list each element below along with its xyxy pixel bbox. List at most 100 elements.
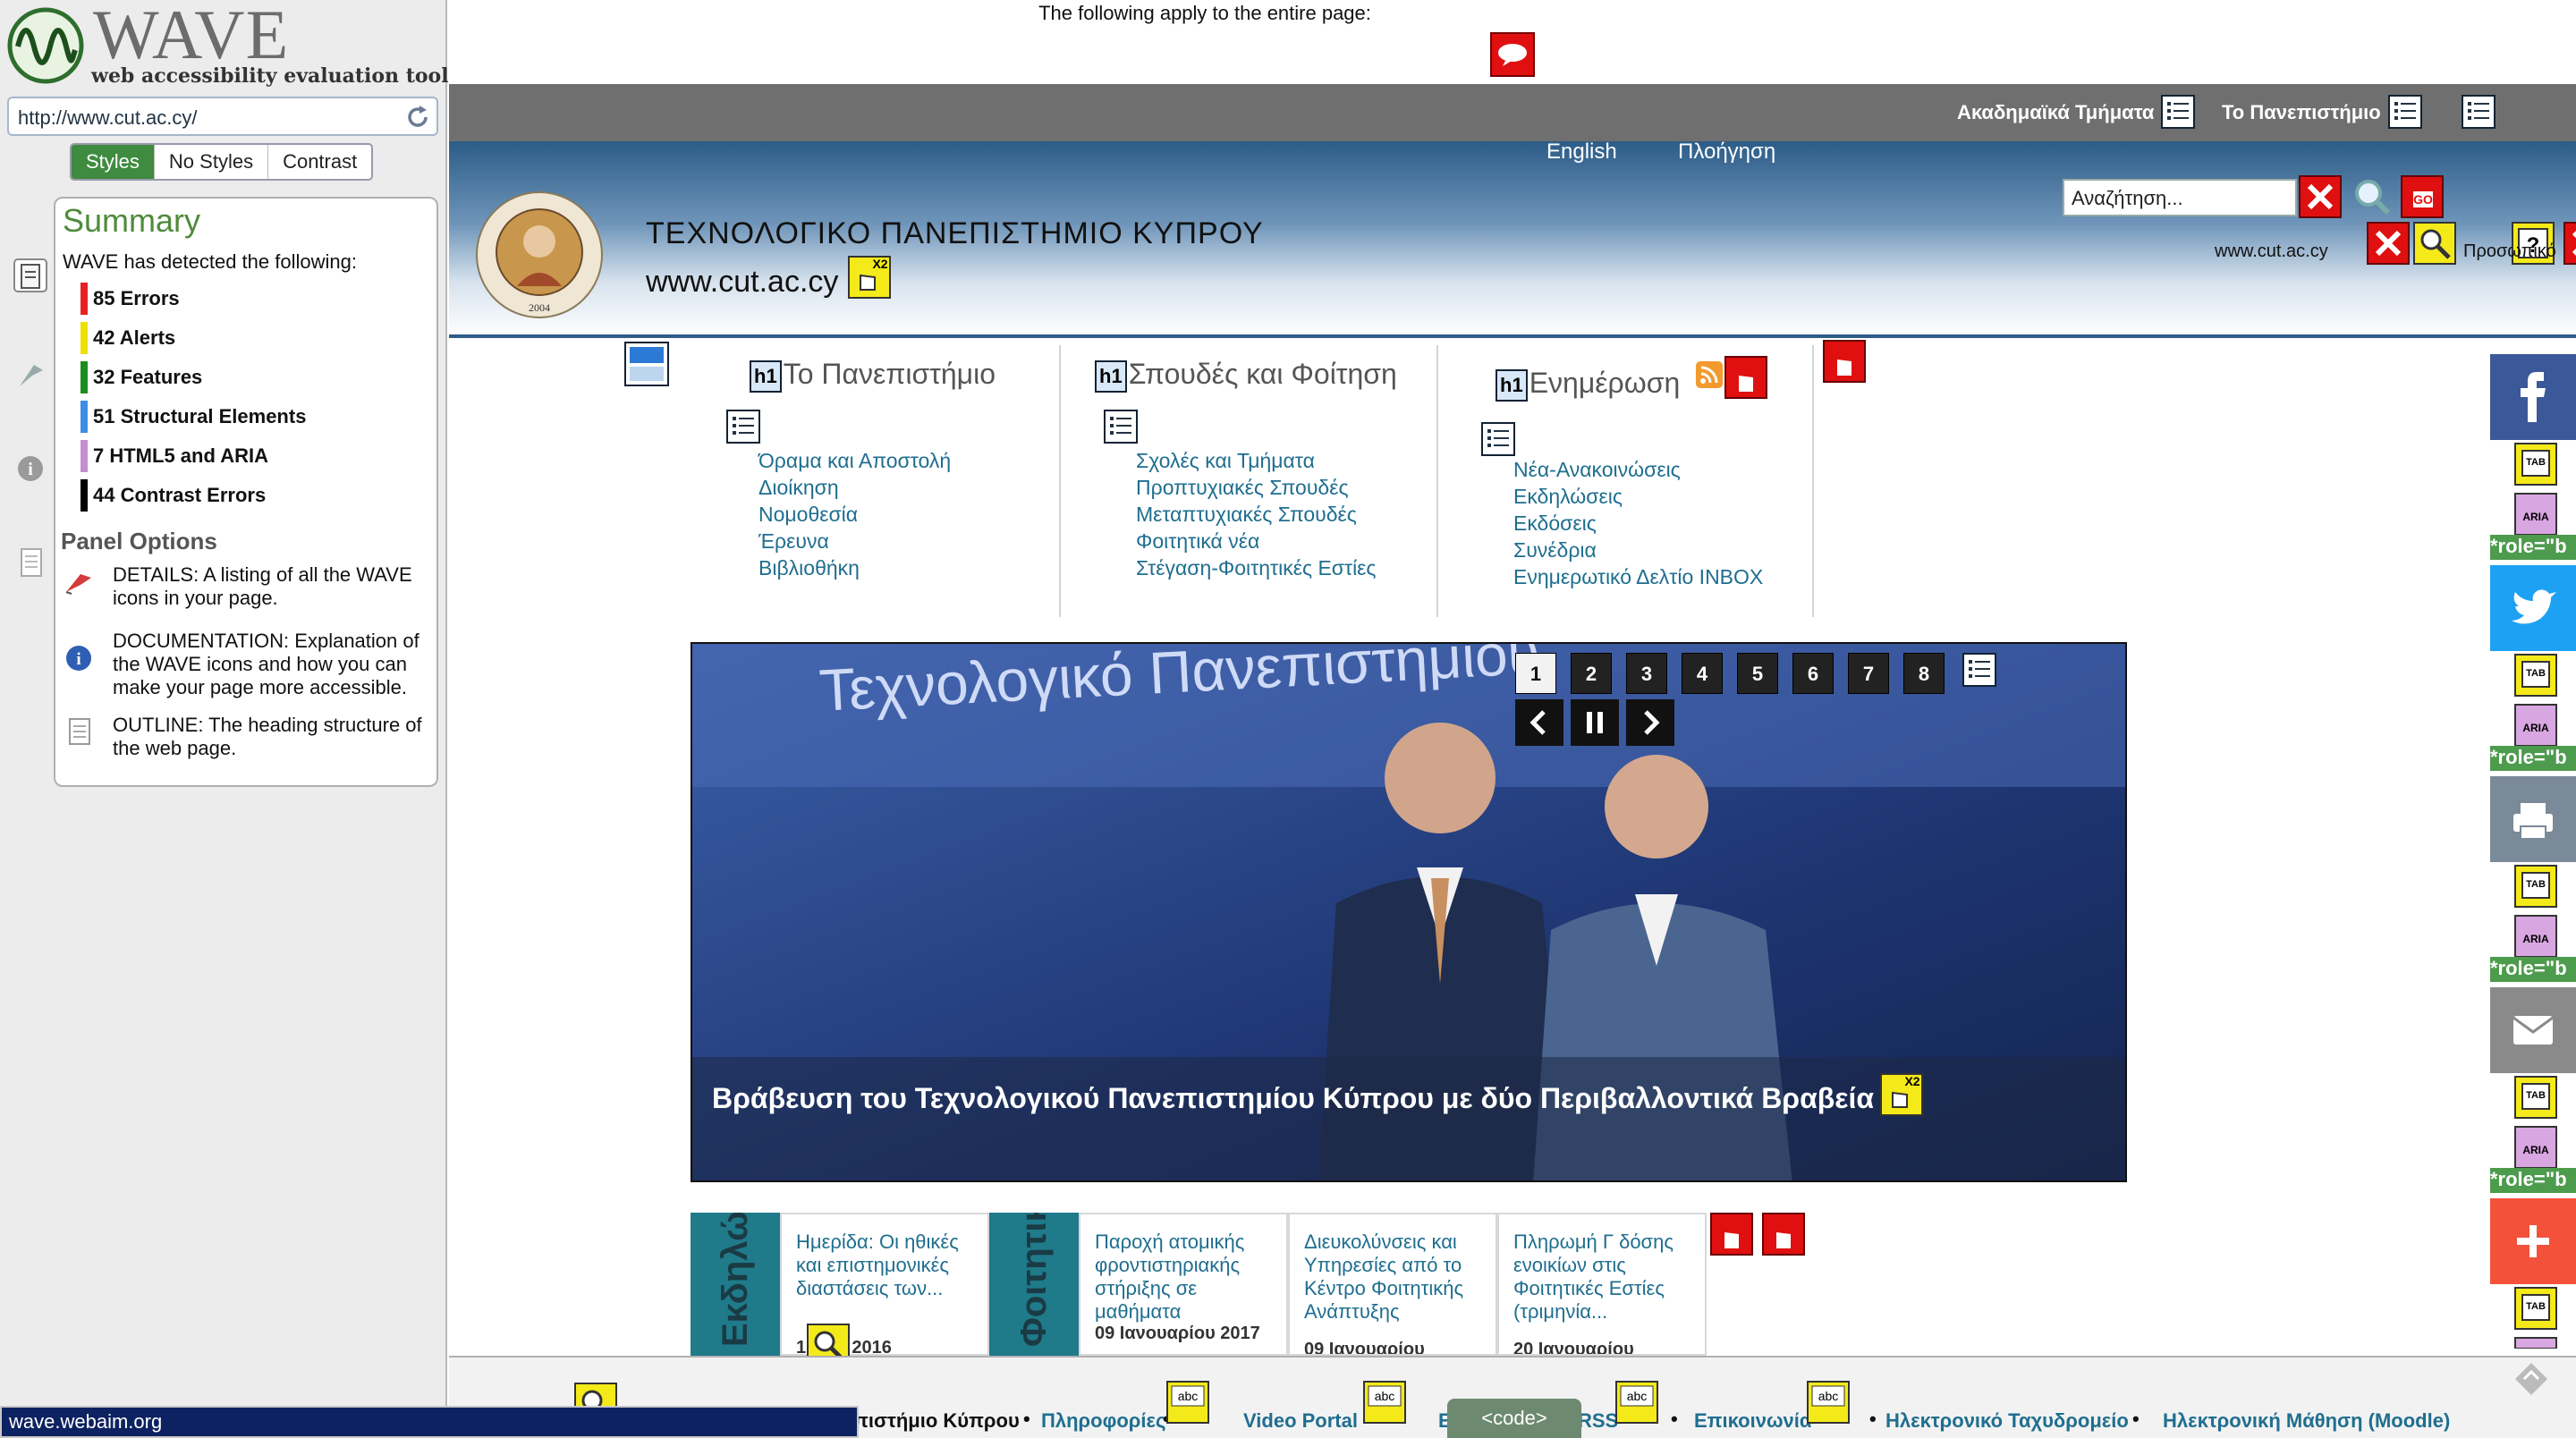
search-input[interactable]: Αναζήτηση... bbox=[2063, 179, 2297, 216]
footer-link[interactable]: Ηλεκτρονικό Ταχυδρομείο bbox=[1885, 1409, 2129, 1433]
menu-link[interactable]: Φοιτητικά νέα bbox=[1136, 529, 1259, 554]
slide-2-button[interactable]: 2 bbox=[1571, 653, 1612, 694]
tab-styles[interactable]: Styles bbox=[72, 145, 154, 179]
footer-link[interactable]: πιστήμιο Κύπρου bbox=[853, 1409, 1020, 1433]
stat-errors[interactable]: 85 Errors bbox=[80, 283, 180, 315]
language-link[interactable]: English bbox=[1546, 140, 1617, 165]
slide-4-button[interactable]: 4 bbox=[1682, 653, 1723, 694]
clipboard-icon[interactable] bbox=[13, 258, 48, 293]
reload-icon[interactable] bbox=[404, 104, 431, 131]
slider-caption[interactable]: Βράβευση του Τεχνολογικού Πανεπιστημίου … bbox=[712, 1082, 1874, 1115]
menu-link[interactable]: Στέγαση-Φοιτητικές Εστίες bbox=[1136, 556, 1377, 580]
slide-3-button[interactable]: 3 bbox=[1626, 653, 1667, 694]
menu-link[interactable]: Εκδηλώσεις bbox=[1513, 485, 1623, 509]
wave-error-link-icon[interactable] bbox=[1710, 1213, 1753, 1256]
footer-link[interactable]: RSS bbox=[1578, 1409, 1618, 1433]
menu-link[interactable]: Σχολές και Τμήματα bbox=[1136, 449, 1315, 473]
list-icon[interactable] bbox=[1962, 653, 1996, 687]
news-card[interactable]: Διευκολύνσεις και Υπηρεσίες από το Κέντρ… bbox=[1288, 1213, 1497, 1356]
wave-error-link-icon[interactable] bbox=[1724, 356, 1767, 399]
menu-link[interactable]: Διοίκηση bbox=[758, 476, 839, 500]
menu-heading-news-text[interactable]: Ενημέρωση bbox=[1530, 367, 1681, 399]
twitter-share-button[interactable] bbox=[2490, 565, 2576, 651]
list-icon[interactable] bbox=[1481, 422, 1515, 456]
slide-7-button[interactable]: 7 bbox=[1848, 653, 1889, 694]
menu-link[interactable]: Όραμα και Αποστολή bbox=[758, 449, 951, 473]
university-url[interactable]: www.cut.ac.cy bbox=[646, 265, 838, 300]
wave-alert-redundant-link-icon[interactable]: X2 bbox=[1880, 1073, 1923, 1116]
slide-5-button[interactable]: 5 bbox=[1737, 653, 1778, 694]
top-nav-academic-departments[interactable]: Ακαδημαϊκά Τμήματα bbox=[1957, 84, 2154, 141]
events-tab[interactable]: Εκδηλώσεις bbox=[691, 1213, 780, 1356]
stat-html5-aria[interactable]: 7 HTML5 and ARIA bbox=[80, 440, 268, 472]
footer-link[interactable]: Επικοινωνία bbox=[1694, 1409, 1811, 1433]
wave-error-link-icon[interactable] bbox=[1762, 1213, 1805, 1256]
menu-link[interactable]: Έρευνα bbox=[758, 529, 829, 554]
list-icon[interactable] bbox=[2462, 95, 2496, 129]
slide-1-button[interactable]: 1 bbox=[1515, 653, 1556, 694]
university-seal-logo[interactable]: 2004 bbox=[472, 188, 606, 322]
menu-link[interactable]: Μεταπτυχιακές Σπουδές bbox=[1136, 503, 1357, 527]
menu-link[interactable]: Προπτυχιακές Σπουδές bbox=[1136, 476, 1349, 500]
panel-option-details[interactable]: DETAILS: A listing of all the WAVE icons… bbox=[63, 563, 429, 610]
menu-heading-university-text[interactable]: Το Πανεπιστήμιο bbox=[784, 358, 996, 390]
wave-error-missing-label-icon[interactable] bbox=[2299, 175, 2342, 218]
wave-aria-tab-icon[interactable]: TAB ARIA bbox=[2513, 864, 2558, 962]
list-icon[interactable] bbox=[726, 410, 760, 444]
panel-option-documentation[interactable]: i DOCUMENTATION: Explanation of the WAVE… bbox=[63, 630, 429, 699]
wave-contrast-icon[interactable]: abc bbox=[1807, 1381, 1850, 1424]
wave-structure-icon[interactable] bbox=[624, 342, 669, 386]
facebook-share-button[interactable] bbox=[2490, 354, 2576, 440]
rss-icon[interactable] bbox=[1696, 361, 1723, 388]
tab-no-styles[interactable]: No Styles bbox=[153, 145, 267, 179]
wave-speech-bubble-icon[interactable] bbox=[1490, 32, 1535, 77]
news-card[interactable]: Παροχή ατομικής φροντιστηριακής στήριξης… bbox=[1079, 1213, 1288, 1356]
news-card[interactable]: Πληρωμή Γ δόσης ενοικίων στις Φοιτητικές… bbox=[1497, 1213, 1707, 1356]
scroll-top-icon[interactable] bbox=[2512, 1359, 2551, 1399]
stat-alerts[interactable]: 42 Alerts bbox=[80, 322, 175, 354]
slide-6-button[interactable]: 6 bbox=[1792, 653, 1834, 694]
menu-heading-studies-text[interactable]: Σπουδές και Φοίτηση bbox=[1129, 358, 1397, 390]
wave-feature-radio-icon[interactable] bbox=[2413, 222, 2456, 265]
stat-features[interactable]: 32 Features bbox=[80, 361, 202, 393]
wave-alert-redundant-link-icon[interactable]: X2 bbox=[848, 256, 891, 299]
wave-aria-tab-icon[interactable]: TAB ARIA bbox=[2513, 1075, 2558, 1173]
slider-next-button[interactable] bbox=[1626, 699, 1674, 746]
slide-8-button[interactable]: 8 bbox=[1903, 653, 1945, 694]
search-scope-personal-label[interactable]: Προσωπικό bbox=[2463, 241, 2556, 262]
image-slider[interactable]: Τεχνολογικό Πανεπιστημίου 1 2 3 4 5 6 7 … bbox=[691, 642, 2127, 1182]
email-share-button[interactable] bbox=[2490, 987, 2576, 1073]
flag-icon[interactable] bbox=[13, 356, 48, 392]
more-share-button[interactable] bbox=[2490, 1198, 2576, 1284]
menu-link[interactable]: Βιβλιοθήκη bbox=[758, 556, 860, 580]
wave-aria-tab-icon[interactable]: TAB ARIA bbox=[2513, 442, 2558, 540]
info-icon[interactable]: i bbox=[13, 451, 48, 486]
stat-contrast[interactable]: 44 Contrast Errors bbox=[80, 479, 266, 512]
wave-error-missing-label-icon[interactable] bbox=[2563, 222, 2576, 265]
menu-link[interactable]: Συνέδρια bbox=[1513, 538, 1597, 563]
menu-link[interactable]: Νέα-Ανακοινώσεις bbox=[1513, 458, 1681, 482]
footer-link[interactable]: Ηλεκτρονική Μάθηση (Moodle) bbox=[2163, 1409, 2450, 1433]
list-icon[interactable] bbox=[2161, 95, 2195, 129]
menu-link[interactable]: Νομοθεσία bbox=[758, 503, 858, 527]
wave-error-go-button-icon[interactable]: GO bbox=[2401, 175, 2444, 218]
footer-link[interactable]: Πληροφορίες bbox=[1041, 1409, 1165, 1433]
wave-aria-tab-icon[interactable]: TAB ARIA bbox=[2513, 653, 2558, 751]
wave-contrast-icon[interactable]: abc bbox=[1363, 1381, 1406, 1424]
menu-link[interactable]: Ενημερωτικό Δελτίο INBOX bbox=[1513, 565, 1763, 589]
list-icon[interactable] bbox=[1104, 410, 1138, 444]
url-input[interactable]: http://www.cut.ac.cy/ bbox=[7, 97, 438, 136]
print-button[interactable] bbox=[2490, 776, 2576, 862]
search-scope-site-label[interactable]: www.cut.ac.cy bbox=[2215, 241, 2328, 262]
code-toggle-tab[interactable]: <code> bbox=[1447, 1399, 1581, 1438]
wave-error-link-icon[interactable] bbox=[1823, 340, 1866, 383]
panel-option-outline[interactable]: OUTLINE: The heading structure of the we… bbox=[63, 714, 429, 760]
wave-contrast-icon[interactable]: abc bbox=[1166, 1381, 1209, 1424]
tab-contrast[interactable]: Contrast bbox=[267, 145, 371, 179]
student-news-tab[interactable]: Φοιτητικά Νέα bbox=[989, 1213, 1079, 1356]
stat-structural[interactable]: 51 Structural Elements bbox=[80, 401, 306, 433]
menu-link[interactable]: Εκδόσεις bbox=[1513, 512, 1597, 536]
wave-aria-tab-icon[interactable]: TAB bbox=[2513, 1286, 2558, 1349]
slider-pause-button[interactable] bbox=[1571, 699, 1619, 746]
wave-contrast-icon[interactable]: abc bbox=[1615, 1381, 1658, 1424]
